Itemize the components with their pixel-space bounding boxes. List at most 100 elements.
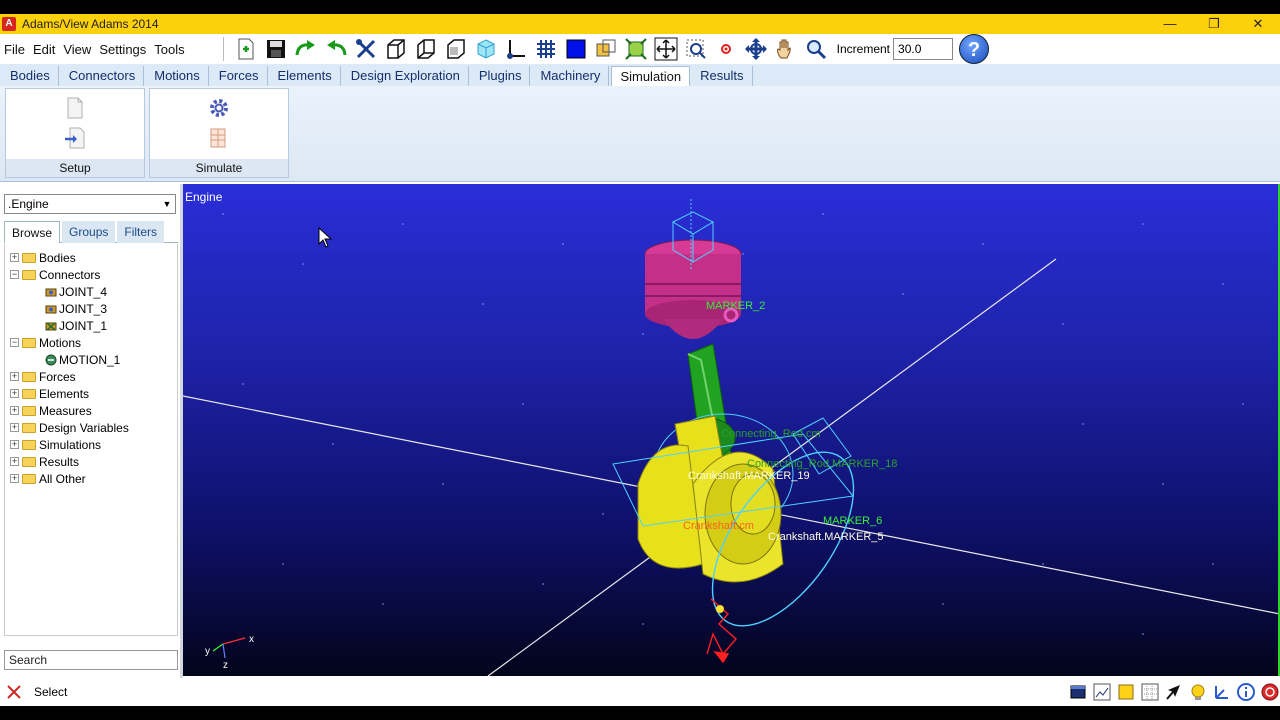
folder-icon xyxy=(22,388,36,399)
fit-view-button[interactable] xyxy=(623,36,649,62)
stop-icon[interactable] xyxy=(1260,682,1280,702)
tab-bodies[interactable]: Bodies xyxy=(2,66,59,86)
tree-node-forces[interactable]: + Forces xyxy=(10,368,76,385)
window-icon[interactable] xyxy=(1068,682,1088,702)
info-icon[interactable] xyxy=(1236,682,1256,702)
redo-button[interactable] xyxy=(293,36,319,62)
tree-node-simulations[interactable]: + Simulations xyxy=(10,436,101,453)
tab-simulation[interactable]: Simulation xyxy=(611,66,691,86)
folder-icon xyxy=(22,371,36,382)
restore-button[interactable]: ❐ xyxy=(1192,14,1236,34)
graph-icon[interactable] xyxy=(1092,682,1112,702)
browser-search-input[interactable]: Search xyxy=(4,650,178,670)
model-select[interactable]: .Engine ▼ xyxy=(4,194,176,214)
collapse-icon[interactable]: − xyxy=(10,338,19,347)
save-button[interactable] xyxy=(263,36,289,62)
magnifier-icon xyxy=(806,40,826,60)
center-view-button[interactable] xyxy=(713,36,739,62)
mesh-view-button[interactable] xyxy=(533,36,559,62)
gear-icon[interactable] xyxy=(208,97,230,119)
note-icon[interactable] xyxy=(1116,682,1136,702)
menu-tools[interactable]: Tools xyxy=(150,42,188,57)
tree-node-results[interactable]: + Results xyxy=(10,453,79,470)
increment-input[interactable] xyxy=(893,38,954,60)
model-select-value: .Engine xyxy=(8,197,49,211)
scene-canvas[interactable]: MARKER_2 Connecting_Rod.cm Connecting_Ro… xyxy=(183,184,1280,676)
subtab-browse[interactable]: Browse xyxy=(4,221,61,243)
tree-node-elements[interactable]: + Elements xyxy=(10,385,89,402)
undo-button[interactable] xyxy=(323,36,349,62)
setup-group-label[interactable]: Setup xyxy=(6,159,144,177)
expand-icon[interactable]: + xyxy=(10,372,19,381)
model-viewport[interactable]: MARKER_2 Connecting_Rod.cm Connecting_Ro… xyxy=(183,184,1280,676)
expand-icon[interactable]: + xyxy=(10,440,19,449)
tree-label: Connectors xyxy=(39,267,101,282)
close-button[interactable]: ✕ xyxy=(1236,14,1280,34)
minimize-button[interactable]: — xyxy=(1148,14,1192,34)
tab-design-exploration[interactable]: Design Exploration xyxy=(343,66,469,86)
menu-view[interactable]: View xyxy=(59,42,95,57)
expand-icon[interactable]: + xyxy=(10,474,19,483)
tab-plugins[interactable]: Plugins xyxy=(471,66,531,86)
label-crankshaft-marker-5[interactable]: Crankshaft.MARKER_5 xyxy=(768,531,884,543)
document-icon[interactable] xyxy=(64,97,86,119)
tab-connectors[interactable]: Connectors xyxy=(61,66,145,86)
collapse-icon[interactable]: − xyxy=(10,270,19,279)
pan-view-button[interactable] xyxy=(773,36,799,62)
expand-icon[interactable]: + xyxy=(10,423,19,432)
expand-icon[interactable]: + xyxy=(10,253,19,262)
label-crankshaft-cm[interactable]: Crankshaft.cm xyxy=(683,520,754,532)
view-iso-shaded-button[interactable] xyxy=(473,36,499,62)
grid-icon[interactable] xyxy=(1140,682,1160,702)
tree-node-joint-3[interactable]: JOINT_3 xyxy=(45,300,107,317)
expand-icon[interactable]: + xyxy=(10,389,19,398)
tree-node-motion-1[interactable]: MOTION_1 xyxy=(45,351,120,368)
subtab-groups[interactable]: Groups xyxy=(62,221,116,243)
tree-node-design-variables[interactable]: + Design Variables xyxy=(10,419,129,436)
tree-node-all-other[interactable]: + All Other xyxy=(10,470,86,487)
tab-forces[interactable]: Forces xyxy=(211,66,268,86)
help-button[interactable]: ? xyxy=(959,34,990,64)
tree-node-motions[interactable]: − Motions xyxy=(10,334,81,351)
label-connecting-rod-cm[interactable]: Connecting_Rod.cm xyxy=(721,428,821,440)
zoom-region-button[interactable] xyxy=(683,36,709,62)
zoom-box-button[interactable] xyxy=(593,36,619,62)
rotate-view-button[interactable] xyxy=(743,36,769,62)
tree-node-measures[interactable]: + Measures xyxy=(10,402,92,419)
tab-results[interactable]: Results xyxy=(692,66,753,86)
select-tool-icon[interactable] xyxy=(6,684,22,700)
tab-machinery[interactable]: Machinery xyxy=(532,66,610,86)
label-marker-6[interactable]: MARKER_6 xyxy=(823,515,882,527)
triad-button[interactable] xyxy=(503,36,529,62)
menu-edit[interactable]: Edit xyxy=(29,42,59,57)
label-connecting-rod-marker-18[interactable]: Connecting_Rod.MARKER_18 xyxy=(747,458,897,470)
pointer-icon[interactable] xyxy=(1164,682,1184,702)
label-marker-2[interactable]: MARKER_2 xyxy=(706,300,765,312)
view-iso-2-button[interactable] xyxy=(413,36,439,62)
select-tool-button[interactable] xyxy=(353,36,379,62)
import-icon[interactable] xyxy=(64,127,86,149)
tab-motions[interactable]: Motions xyxy=(146,66,209,86)
view-iso-3-button[interactable] xyxy=(443,36,469,62)
simulate-group-label[interactable]: Simulate xyxy=(150,159,288,177)
view-iso-1-button[interactable] xyxy=(383,36,409,62)
menu-file[interactable]: File xyxy=(0,42,29,57)
expand-icon[interactable]: + xyxy=(10,457,19,466)
table-document-icon[interactable] xyxy=(208,127,230,149)
coordinate-system-icon[interactable] xyxy=(1212,682,1232,702)
zoom-button[interactable] xyxy=(803,36,829,62)
label-crankshaft-marker-19[interactable]: Crankshaft.MARKER_19 xyxy=(688,470,810,482)
expand-icon[interactable]: + xyxy=(10,406,19,415)
new-model-button[interactable] xyxy=(233,36,259,62)
subtab-filters[interactable]: Filters xyxy=(117,221,165,243)
tree-node-joint-1[interactable]: JOINT_1 xyxy=(45,317,107,334)
tree-node-joint-4[interactable]: JOINT_4 xyxy=(45,283,107,300)
tree-node-connectors[interactable]: − Connectors xyxy=(10,266,100,283)
chevron-down-icon[interactable]: ▼ xyxy=(161,196,173,212)
render-mode-button[interactable] xyxy=(563,36,589,62)
fit-all-button[interactable] xyxy=(653,36,679,62)
menu-settings[interactable]: Settings xyxy=(95,42,150,57)
light-bulb-icon[interactable] xyxy=(1188,682,1208,702)
tree-node-bodies[interactable]: + Bodies xyxy=(10,249,76,266)
tab-elements[interactable]: Elements xyxy=(270,66,341,86)
